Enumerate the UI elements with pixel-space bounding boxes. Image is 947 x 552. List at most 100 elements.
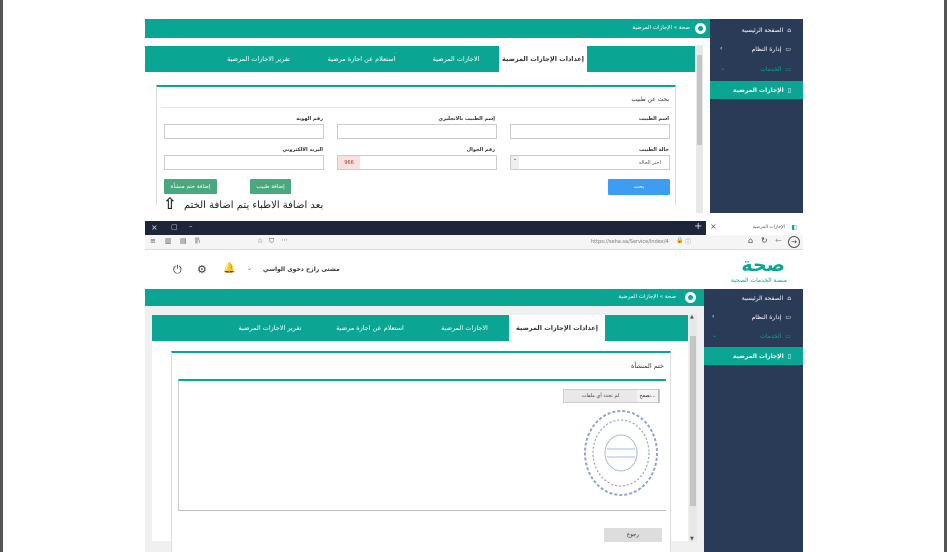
tab-report[interactable]: تقرير الاجازات المرضية [220,315,320,341]
minimize-icon[interactable]: – [189,222,193,230]
tab-settings[interactable]: إعدادات الإجازات المرضية [499,46,587,72]
reload-icon[interactable]: ↻ [761,236,768,245]
add-stamp-button[interactable]: إضافة ختم منشأة [164,179,217,194]
bell-icon[interactable]: 🔔 [223,263,235,274]
gear-icon[interactable]: ⚙ [197,263,207,276]
power-icon[interactable]: ⏻ [173,263,182,277]
sidebar-item-sick-leaves[interactable]: الإجازات المرضية ▯ [710,81,803,99]
email-label: البريد الالكتروني [282,147,323,153]
scroll-up-icon[interactable]: ▲ [690,314,694,320]
sidebar-icon[interactable]: ▥ [165,237,172,245]
restore-icon[interactable]: ▢ [171,223,178,231]
tab-bar: إعدادات الإجازات المرضية الاجازات المرضي… [152,315,688,341]
sidebar-item-system[interactable]: إدارة النظام ▭ [710,40,803,58]
chevron-down-icon[interactable]: ⌄ [247,265,252,272]
menu-icon[interactable]: ≡ [150,237,156,245]
chevron-down-icon: ⌄ [720,65,726,72]
top-screenshot: صحة » الإجازات المرضية الصفحة الرئيسية ⌂… [145,19,803,213]
forward-icon[interactable]: ← [775,236,782,245]
doctor-name-en-input[interactable] [337,124,497,139]
chevron-left-icon: ‹ [720,45,723,52]
file-status: لم تحدد أي ملفات [581,393,620,399]
scroll-down-icon[interactable]: ▼ [690,536,694,542]
add-doctor-button[interactable]: إضافة طبيب [250,179,291,194]
home-icon: ⌂ [787,294,791,302]
home-icon: ⌂ [787,26,791,34]
favicon-icon: ◧ [791,224,797,231]
browse-button[interactable]: تصفح... [637,390,659,402]
document-icon: ▯ [787,352,791,360]
app-header: ⏻ ⚙ 🔔 ⌄ مشتى رازح دخوى الواسي صحة منصة ا… [145,250,803,288]
sidebar-item-sick-leaves[interactable]: الإجازات المرضية ▯ [704,347,803,365]
tab-report[interactable]: تقرير الاجازات المرضية [207,46,310,72]
chevron-left-icon: ‹ [712,313,715,320]
logo-text: صحة [741,254,785,276]
doctor-name-input[interactable] [510,124,670,139]
search-panel: بحث عن طبيب اسم الطبيب إسم الطبيب بالانج… [156,85,676,205]
back-button[interactable]: رجوع [604,528,662,542]
doctor-status-select[interactable]: اختر الحالة ⌄ [510,155,670,170]
sidebar-item-services[interactable]: الخدمات ▭ [704,327,803,345]
doctor-status-label: حالة الطبيب [639,147,669,153]
scrollbar-thumb[interactable] [690,336,696,506]
breadcrumb: صحة » الإجازات المرضية [632,25,690,31]
shield-icon[interactable]: ⛉ [269,237,274,246]
document-icon: ▯ [787,86,791,94]
tab-bar: إعدادات الإجازات المرضية الاجازات المرضي… [145,46,695,72]
bottom-screenshot: ⏻ ⚙ 🔔 ⌄ مشتى رازح دخوى الواسي صحة منصة ا… [145,250,803,552]
sidebar: الصفحة الرئيسية ⌂ إدارة النظام ▭ ‹ الخدم… [710,19,803,213]
tab-inquiry[interactable]: استعلام عن اجازة مرضية [320,315,420,341]
mobile-input[interactable]: 966 [337,155,497,170]
window-close-icon[interactable]: × [151,223,158,232]
section-title: ختم المنشأة [630,362,664,370]
monitor-icon: ▭ [785,45,791,53]
file-input[interactable]: تصفح... لم تحدد أي ملفات [563,389,660,403]
scrollbar-thumb[interactable] [697,55,702,145]
up-arrow-icon: ⇧ [163,194,177,213]
tab-sick-leaves[interactable]: الاجازات المرضية [420,315,509,341]
collapse-icon[interactable] [695,23,706,34]
mobile-prefix: 966 [338,156,360,169]
user-name[interactable]: مشتى رازح دخوى الواسي [263,266,340,273]
doctor-name-en-label: إسم الطبيب بالانجليزي [438,116,495,122]
browser-toolbar: ≡ ▥ ▤ ǁ\ ☆ ⛉ ⋯ https://seha.sa/Service/I… [145,235,803,250]
browser-tab[interactable]: الإجازات المرضية ◧ × [706,221,803,235]
top-header-bar: صحة » الإجازات المرضية [145,19,710,38]
monitor-icon: ▭ [785,332,791,340]
info-icon[interactable]: ⓘ [685,237,691,246]
id-number-input[interactable] [164,124,324,139]
id-number-label: رقم الهوية [296,116,323,122]
more-icon[interactable]: ⋯ [281,236,288,244]
back-icon[interactable]: → [788,236,800,248]
tab-sick-leaves[interactable]: الاجازات المرضية [413,46,499,72]
breadcrumb: صحة » الإجازات المرضية [618,294,676,300]
tab-title: الإجازات المرضية [752,225,785,230]
logo-subtitle: منصة الخدمات الصحية [730,277,787,284]
chevron-down-icon: ⌄ [712,332,718,339]
new-tab-icon[interactable]: + [694,221,702,232]
tab-inquiry[interactable]: استعلام عن اجازة مرضية [310,46,413,72]
stamp-image [584,410,658,496]
home-icon[interactable]: ⌂ [748,236,753,245]
collapse-icon[interactable] [685,292,696,303]
sidebar-item-home[interactable]: الصفحة الرئيسية ⌂ [704,289,803,307]
sidebar-item-home[interactable]: الصفحة الرئيسية ⌂ [710,21,803,39]
email-input[interactable] [164,155,324,170]
browser-titlebar: × ▢ – [145,221,803,235]
content-scrollbar[interactable]: ▲ ▼ [689,314,697,542]
sidebar: الصفحة الرئيسية ⌂ إدارة النظام ▭ ‹ الخدم… [704,289,803,552]
section-title: بحث عن طبيب [631,96,669,103]
tab-settings[interactable]: إعدادات الإجازات المرضية [509,315,605,341]
annotation-text: بعد اضافة الاطباء يتم اضافة الختم [184,200,324,211]
mobile-label: رقم الجوال [466,147,495,153]
monitor-icon: ▭ [785,313,791,321]
library-icon[interactable]: ǁ\ [195,237,200,244]
reader-icon[interactable]: ▤ [180,237,187,245]
tab-close-icon[interactable]: × [710,222,717,231]
search-button[interactable]: بحث [608,179,670,195]
star-icon[interactable]: ☆ [257,237,263,245]
sidebar-item-system[interactable]: إدارة النظام ▭ [704,308,803,326]
url-bar[interactable]: https://seha.sa/Service/Index/4 [591,239,669,245]
lock-icon: 🔒 [676,237,684,244]
content-scrollbar[interactable] [696,45,703,213]
